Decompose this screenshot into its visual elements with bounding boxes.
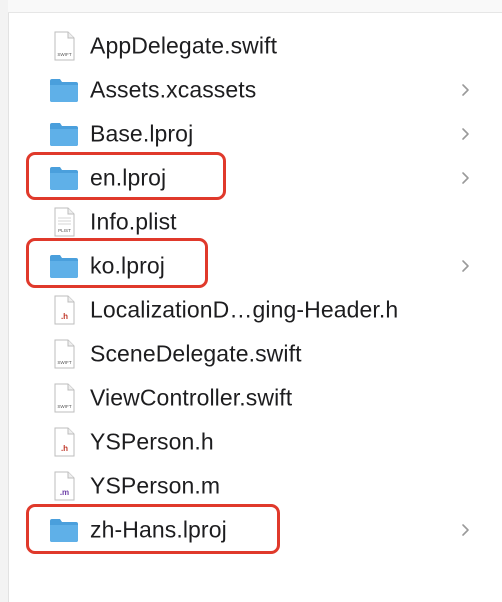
swift-file-icon: SWIFT <box>54 383 75 413</box>
file-name: YSPerson.m <box>90 472 221 499</box>
swift-file-icon: SWIFT <box>54 339 75 369</box>
folder-icon <box>50 519 78 542</box>
list-item-ko-lproj[interactable]: ko.lproj <box>0 244 502 288</box>
m-file-icon: .m <box>54 471 75 501</box>
svg-text:SWIFT: SWIFT <box>57 404 71 409</box>
file-name: YSPerson.h <box>90 428 214 455</box>
file-name: AppDelegate.swift <box>90 32 278 59</box>
plist-file-icon: PLIST <box>54 207 75 237</box>
folder-icon <box>50 167 78 190</box>
folder-name: ko.lproj <box>90 252 165 279</box>
svg-text:.m: .m <box>60 488 69 497</box>
list-item-ysperson-h[interactable]: .h YSPerson.h <box>0 420 502 464</box>
file-name: SceneDelegate.swift <box>90 340 302 367</box>
file-name: Info.plist <box>90 208 177 235</box>
list-item-appdelegate[interactable]: SWIFT AppDelegate.swift <box>0 24 502 68</box>
svg-text:.h: .h <box>61 444 68 453</box>
h-file-icon: .h <box>54 427 75 457</box>
svg-text:SWIFT: SWIFT <box>57 360 71 365</box>
list-item-viewcontroller[interactable]: SWIFT ViewController.swift <box>0 376 502 420</box>
list-item-base-lproj[interactable]: Base.lproj <box>0 112 502 156</box>
folder-name: Base.lproj <box>90 120 194 147</box>
list-item-en-lproj[interactable]: en.lproj <box>0 156 502 200</box>
svg-text:SWIFT: SWIFT <box>57 52 71 57</box>
folder-name: Assets.xcassets <box>90 76 257 103</box>
list-item-assets[interactable]: Assets.xcassets <box>0 68 502 112</box>
folder-icon <box>50 79 78 102</box>
swift-file-icon: SWIFT <box>54 31 75 61</box>
folder-icon <box>50 255 78 278</box>
folder-name: en.lproj <box>90 164 167 191</box>
list-item-bridging-header[interactable]: .h LocalizationD…ging-Header.h <box>0 288 502 332</box>
file-name: ViewController.swift <box>90 384 293 411</box>
window-top-edge <box>8 0 502 13</box>
chevron-right-icon[interactable] <box>458 126 472 142</box>
svg-text:.h: .h <box>61 312 68 321</box>
list-item-zh-hans-lproj[interactable]: zh-Hans.lproj <box>0 508 502 552</box>
folder-icon <box>50 123 78 146</box>
list-item-info-plist[interactable]: PLIST Info.plist <box>0 200 502 244</box>
h-file-icon: .h <box>54 295 75 325</box>
list-item-scenedelegate[interactable]: SWIFT SceneDelegate.swift <box>0 332 502 376</box>
list-item-ysperson-m[interactable]: .m YSPerson.m <box>0 464 502 508</box>
chevron-right-icon[interactable] <box>458 170 472 186</box>
file-name: LocalizationD…ging-Header.h <box>90 296 399 323</box>
svg-text:PLIST: PLIST <box>58 228 71 233</box>
chevron-right-icon[interactable] <box>458 82 472 98</box>
file-list: SWIFT AppDelegate.swift Assets.xcassets … <box>0 24 502 552</box>
chevron-right-icon[interactable] <box>458 522 472 538</box>
chevron-right-icon[interactable] <box>458 258 472 274</box>
folder-name: zh-Hans.lproj <box>90 516 227 543</box>
